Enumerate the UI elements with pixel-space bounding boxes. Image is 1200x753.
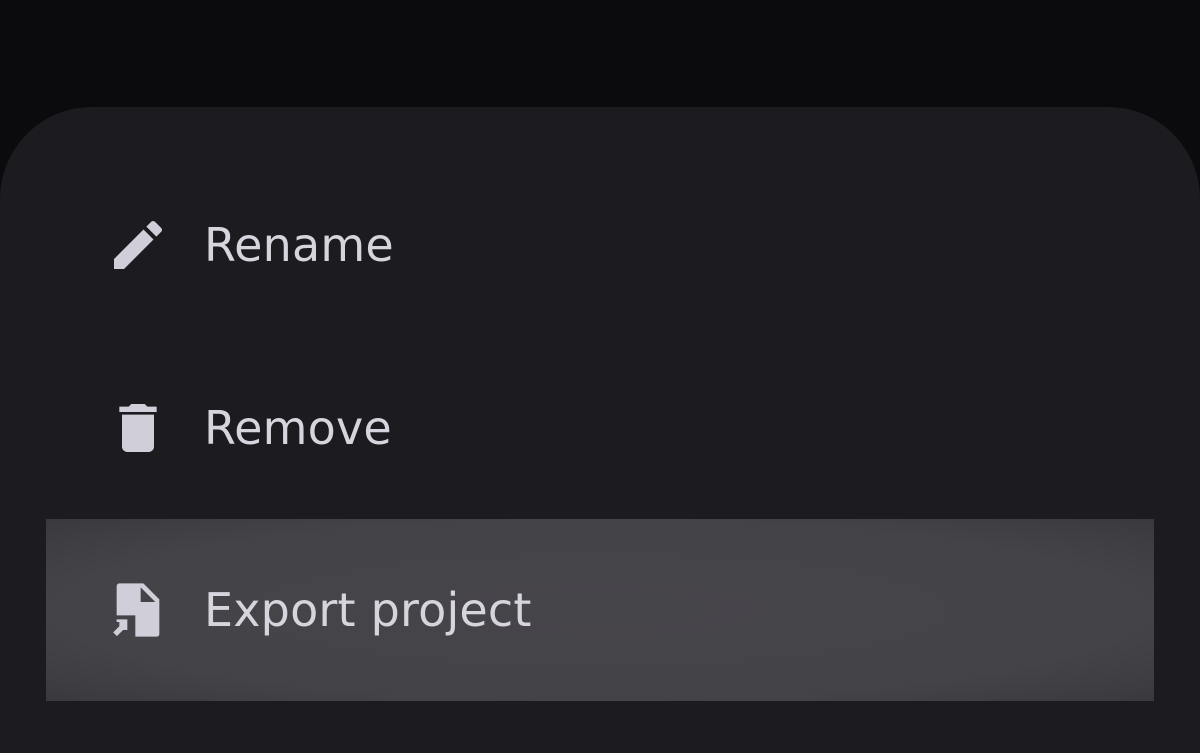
pencil-icon [106,213,170,277]
file-export-icon [106,578,170,642]
menu-item-rename[interactable]: Rename [46,154,1154,336]
bottom-sheet-menu: Rename Remove Export project [0,107,1200,753]
menu-item-label: Rename [204,218,394,272]
menu-item-export-project[interactable]: Export project [46,519,1154,701]
menu-item-label: Export project [204,583,532,637]
menu-item-remove[interactable]: Remove [46,337,1154,519]
trash-icon [106,396,170,460]
menu-item-label: Remove [204,401,392,455]
